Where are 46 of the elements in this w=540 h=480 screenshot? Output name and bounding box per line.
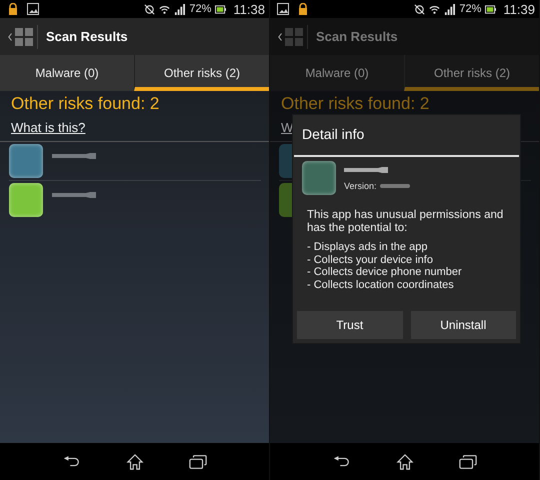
app-icon bbox=[302, 161, 336, 195]
redacted-name-icon bbox=[52, 152, 98, 160]
dialog-button[interactable]: Uninstall bbox=[410, 311, 516, 339]
risk-heading: Other risks found: 2 bbox=[280, 93, 430, 114]
grid-icon bbox=[15, 28, 33, 46]
signal-icon bbox=[444, 4, 456, 14]
recent-apps-icon[interactable] bbox=[188, 454, 206, 470]
battery-percent: 72% bbox=[189, 3, 212, 15]
recent-apps-icon[interactable] bbox=[458, 454, 476, 470]
help-link[interactable]: What is this? bbox=[11, 120, 86, 135]
chevron-icon bbox=[278, 32, 282, 40]
grid-icon bbox=[285, 28, 303, 46]
dialog-button[interactable]: Trust bbox=[297, 311, 402, 339]
permission-item: - Collects device phone number bbox=[307, 266, 463, 278]
tab[interactable]: Malware (0) bbox=[270, 55, 404, 91]
clock-time: 11:39 bbox=[503, 2, 535, 16]
home-icon[interactable] bbox=[126, 454, 144, 470]
image-icon bbox=[27, 3, 39, 15]
battery-icon bbox=[215, 4, 226, 14]
signal-icon bbox=[174, 4, 186, 14]
permission-item: - Collects location coordinates bbox=[307, 278, 455, 291]
permission-item: - Collects your device info bbox=[307, 254, 434, 266]
alarm-off-icon bbox=[414, 4, 426, 14]
version-label: Version: bbox=[344, 181, 377, 191]
screen-title: Scan Results bbox=[316, 29, 398, 44]
clock-time: 11:38 bbox=[233, 2, 265, 16]
lock-icon bbox=[297, 3, 309, 15]
wifi-icon bbox=[429, 4, 440, 14]
dialog-title: Detail info bbox=[301, 125, 366, 144]
battery-icon bbox=[485, 4, 496, 14]
redacted-name-icon bbox=[344, 166, 390, 174]
chevron-icon bbox=[8, 32, 12, 40]
lock-icon bbox=[7, 3, 19, 15]
dialog-message: This app has unusual permissions and has the potential to: bbox=[306, 208, 504, 236]
alarm-off-icon bbox=[144, 4, 156, 14]
battery-percent: 72% bbox=[459, 3, 482, 15]
redacted-name-icon bbox=[52, 191, 98, 199]
home-icon[interactable] bbox=[396, 454, 414, 470]
risk-heading: Other risks found: 2 bbox=[10, 93, 160, 114]
tab[interactable]: Malware (0) bbox=[0, 55, 134, 91]
wifi-icon bbox=[159, 4, 170, 14]
permission-item: - Displays ads in the app bbox=[307, 241, 428, 254]
screen-title: Scan Results bbox=[46, 29, 128, 44]
app-icon[interactable] bbox=[9, 183, 43, 217]
redacted-version-icon bbox=[380, 183, 410, 189]
image-icon bbox=[277, 3, 289, 15]
